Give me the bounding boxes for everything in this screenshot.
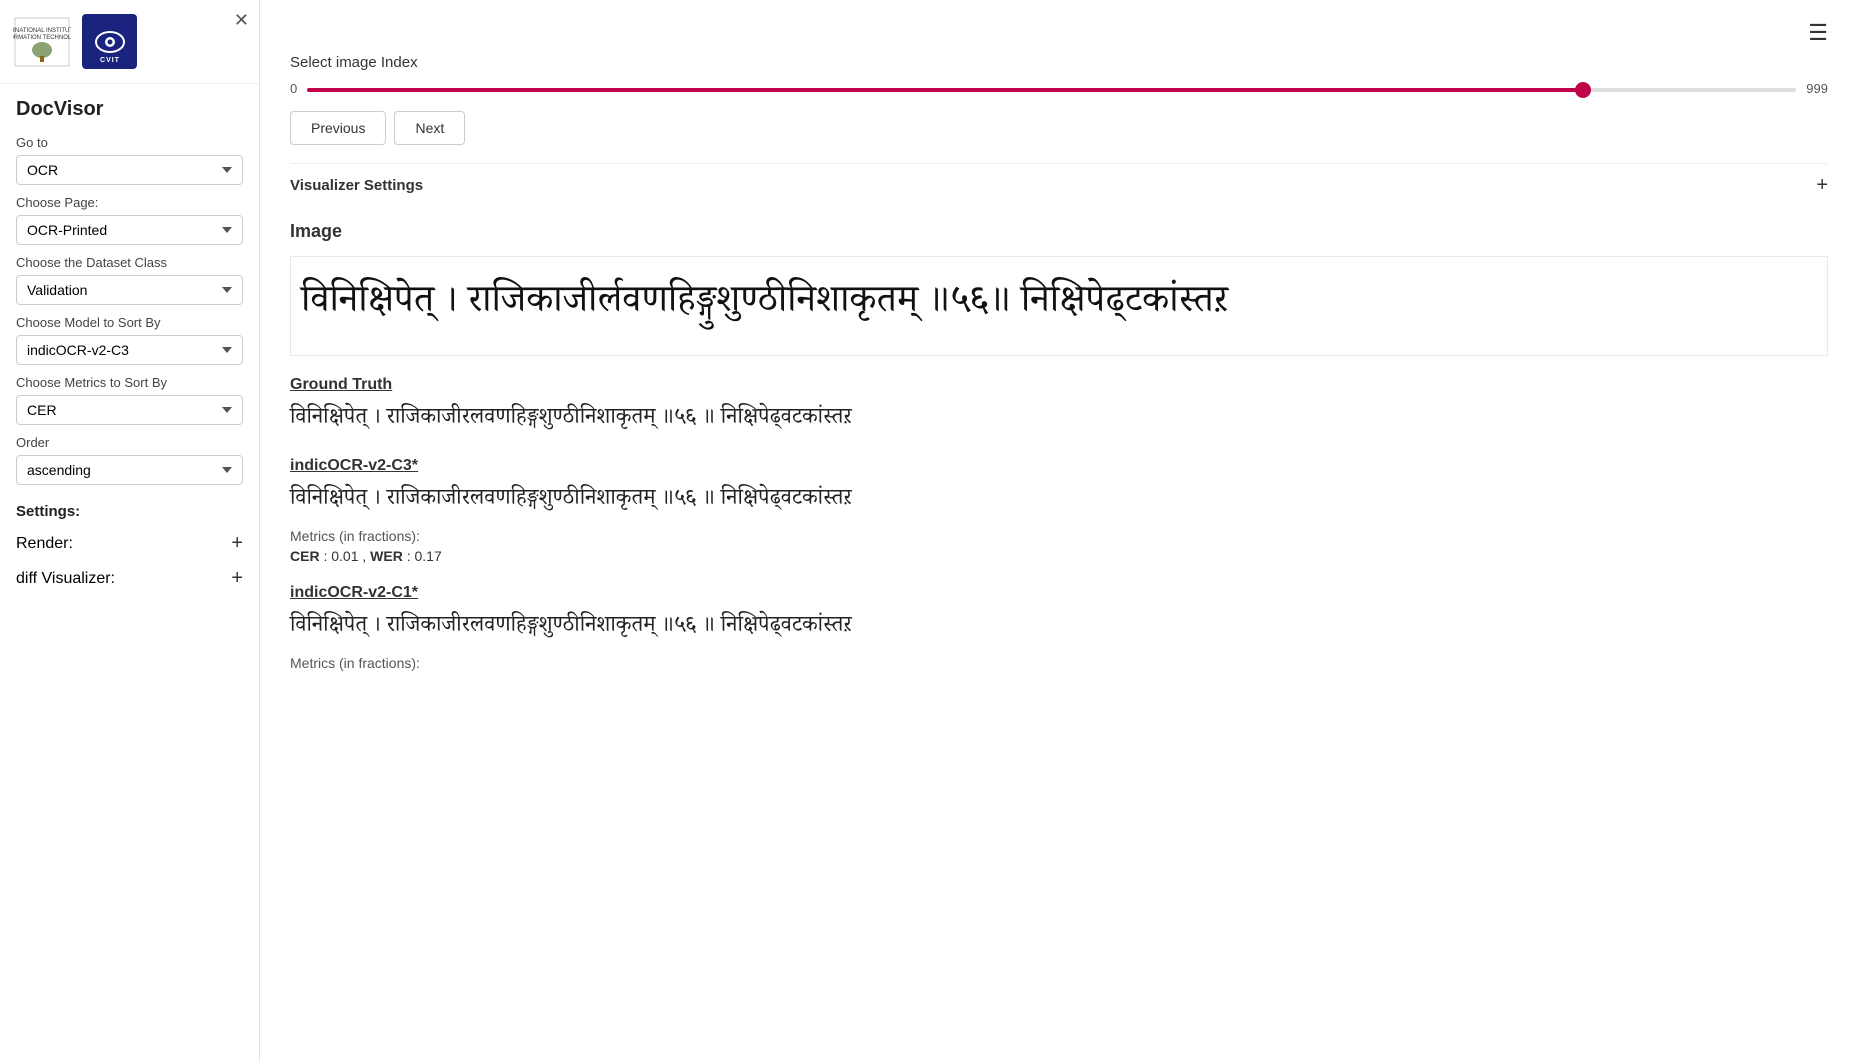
model1-metrics-values: CER : 0.01 , WER : 0.17 — [290, 548, 1828, 564]
ground-truth-label: Ground Truth — [290, 376, 1828, 394]
cvit-logo: CVIT — [82, 14, 137, 69]
slider-wrapper — [307, 79, 1796, 97]
sidebar-header: INTERNATIONAL INSTITUTE OF INFORMATION T… — [0, 0, 259, 84]
sidebar-content: DocVisor Go to OCR Choose Page: OCR-Prin… — [0, 84, 259, 1061]
diff-visualizer-expand-icon: + — [231, 567, 243, 590]
diff-visualizer-expand-row[interactable]: diff Visualizer: + — [16, 567, 243, 590]
diff-visualizer-label: diff Visualizer: — [16, 570, 115, 588]
choose-metrics-label: Choose Metrics to Sort By — [16, 375, 243, 390]
order-label: Order — [16, 435, 243, 450]
svg-text:INTERNATIONAL INSTITUTE OF: INTERNATIONAL INSTITUTE OF — [13, 28, 71, 34]
choose-model-label: Choose Model to Sort By — [16, 315, 243, 330]
model2-label: indicOCR-v2-C1* — [290, 584, 1828, 602]
order-select[interactable]: ascending — [16, 455, 243, 485]
choose-page-select[interactable]: OCR-Printed — [16, 215, 243, 245]
goto-select[interactable]: OCR — [16, 155, 243, 185]
image-index-slider[interactable] — [307, 88, 1796, 92]
visualizer-settings-expand-icon: + — [1816, 174, 1828, 197]
next-button[interactable]: Next — [394, 111, 465, 145]
svg-text:CVIT: CVIT — [100, 57, 120, 64]
select-image-label: Select image Index — [290, 54, 1828, 71]
slider-min: 0 — [290, 81, 297, 96]
model1-text: विनिक्षिपेत् । राजिकाजीरलवणहिङ्गशुण्ठीनि… — [290, 485, 1828, 518]
model1-comma: , — [362, 548, 370, 564]
model1-cer-value: 0.01 — [331, 548, 358, 564]
main-header: ☰ — [290, 20, 1828, 46]
choose-page-label: Choose Page: — [16, 195, 243, 210]
model2-metrics-label: Metrics (in fractions): — [290, 655, 1828, 671]
settings-label: Settings: — [16, 503, 243, 520]
image-section-title: Image — [290, 221, 1828, 242]
render-expand-row[interactable]: Render: + — [16, 532, 243, 555]
slider-max: 999 — [1806, 81, 1828, 96]
sidebar: INTERNATIONAL INSTITUTE OF INFORMATION T… — [0, 0, 260, 1061]
nav-buttons: Previous Next — [290, 111, 1828, 145]
model1-wer-colon: : — [407, 548, 415, 564]
model1-cer-label: CER — [290, 548, 320, 564]
goto-label: Go to — [16, 135, 243, 150]
visualizer-settings-row[interactable]: Visualizer Settings + — [290, 163, 1828, 207]
ground-truth-text: विनिक्षिपेत् । राजिकाजीरलवणहिङ्गशुण्ठीनि… — [290, 404, 1828, 437]
image-text: विनिक्षिपेत् । राजिकाजीर्लवणहिङ्गुशुण्ठी… — [301, 279, 1228, 332]
choose-model-select[interactable]: indicOCR-v2-C3 — [16, 335, 243, 365]
choose-dataset-label: Choose the Dataset Class — [16, 255, 243, 270]
image-display: विनिक्षिपेत् । राजिकाजीर्लवणहिङ्गुशुण्ठी… — [290, 256, 1828, 356]
sidebar-title: DocVisor — [16, 98, 243, 121]
render-expand-icon: + — [231, 532, 243, 555]
render-label: Render: — [16, 535, 73, 553]
main-content: ☰ Select image Index 0 999 Previous Next… — [260, 0, 1858, 1061]
iiit-logo: INTERNATIONAL INSTITUTE OF INFORMATION T… — [12, 14, 72, 69]
previous-button[interactable]: Previous — [290, 111, 386, 145]
hamburger-icon[interactable]: ☰ — [1808, 20, 1828, 46]
visualizer-settings-label: Visualizer Settings — [290, 177, 423, 194]
close-button[interactable]: ✕ — [234, 10, 249, 31]
choose-dataset-select[interactable]: Validation — [16, 275, 243, 305]
slider-container: 0 999 — [290, 79, 1828, 97]
model2-text: विनिक्षिपेत् । राजिकाजीरलवणहिङ्गशुण्ठीनि… — [290, 612, 1828, 645]
model1-metrics-label: Metrics (in fractions): — [290, 528, 1828, 544]
model1-wer-label: WER — [370, 548, 403, 564]
svg-text:INFORMATION TECHNOLOGY: INFORMATION TECHNOLOGY — [13, 35, 71, 41]
choose-metrics-select[interactable]: CER — [16, 395, 243, 425]
model1-wer-value: 0.17 — [415, 548, 442, 564]
model1-label: indicOCR-v2-C3* — [290, 457, 1828, 475]
